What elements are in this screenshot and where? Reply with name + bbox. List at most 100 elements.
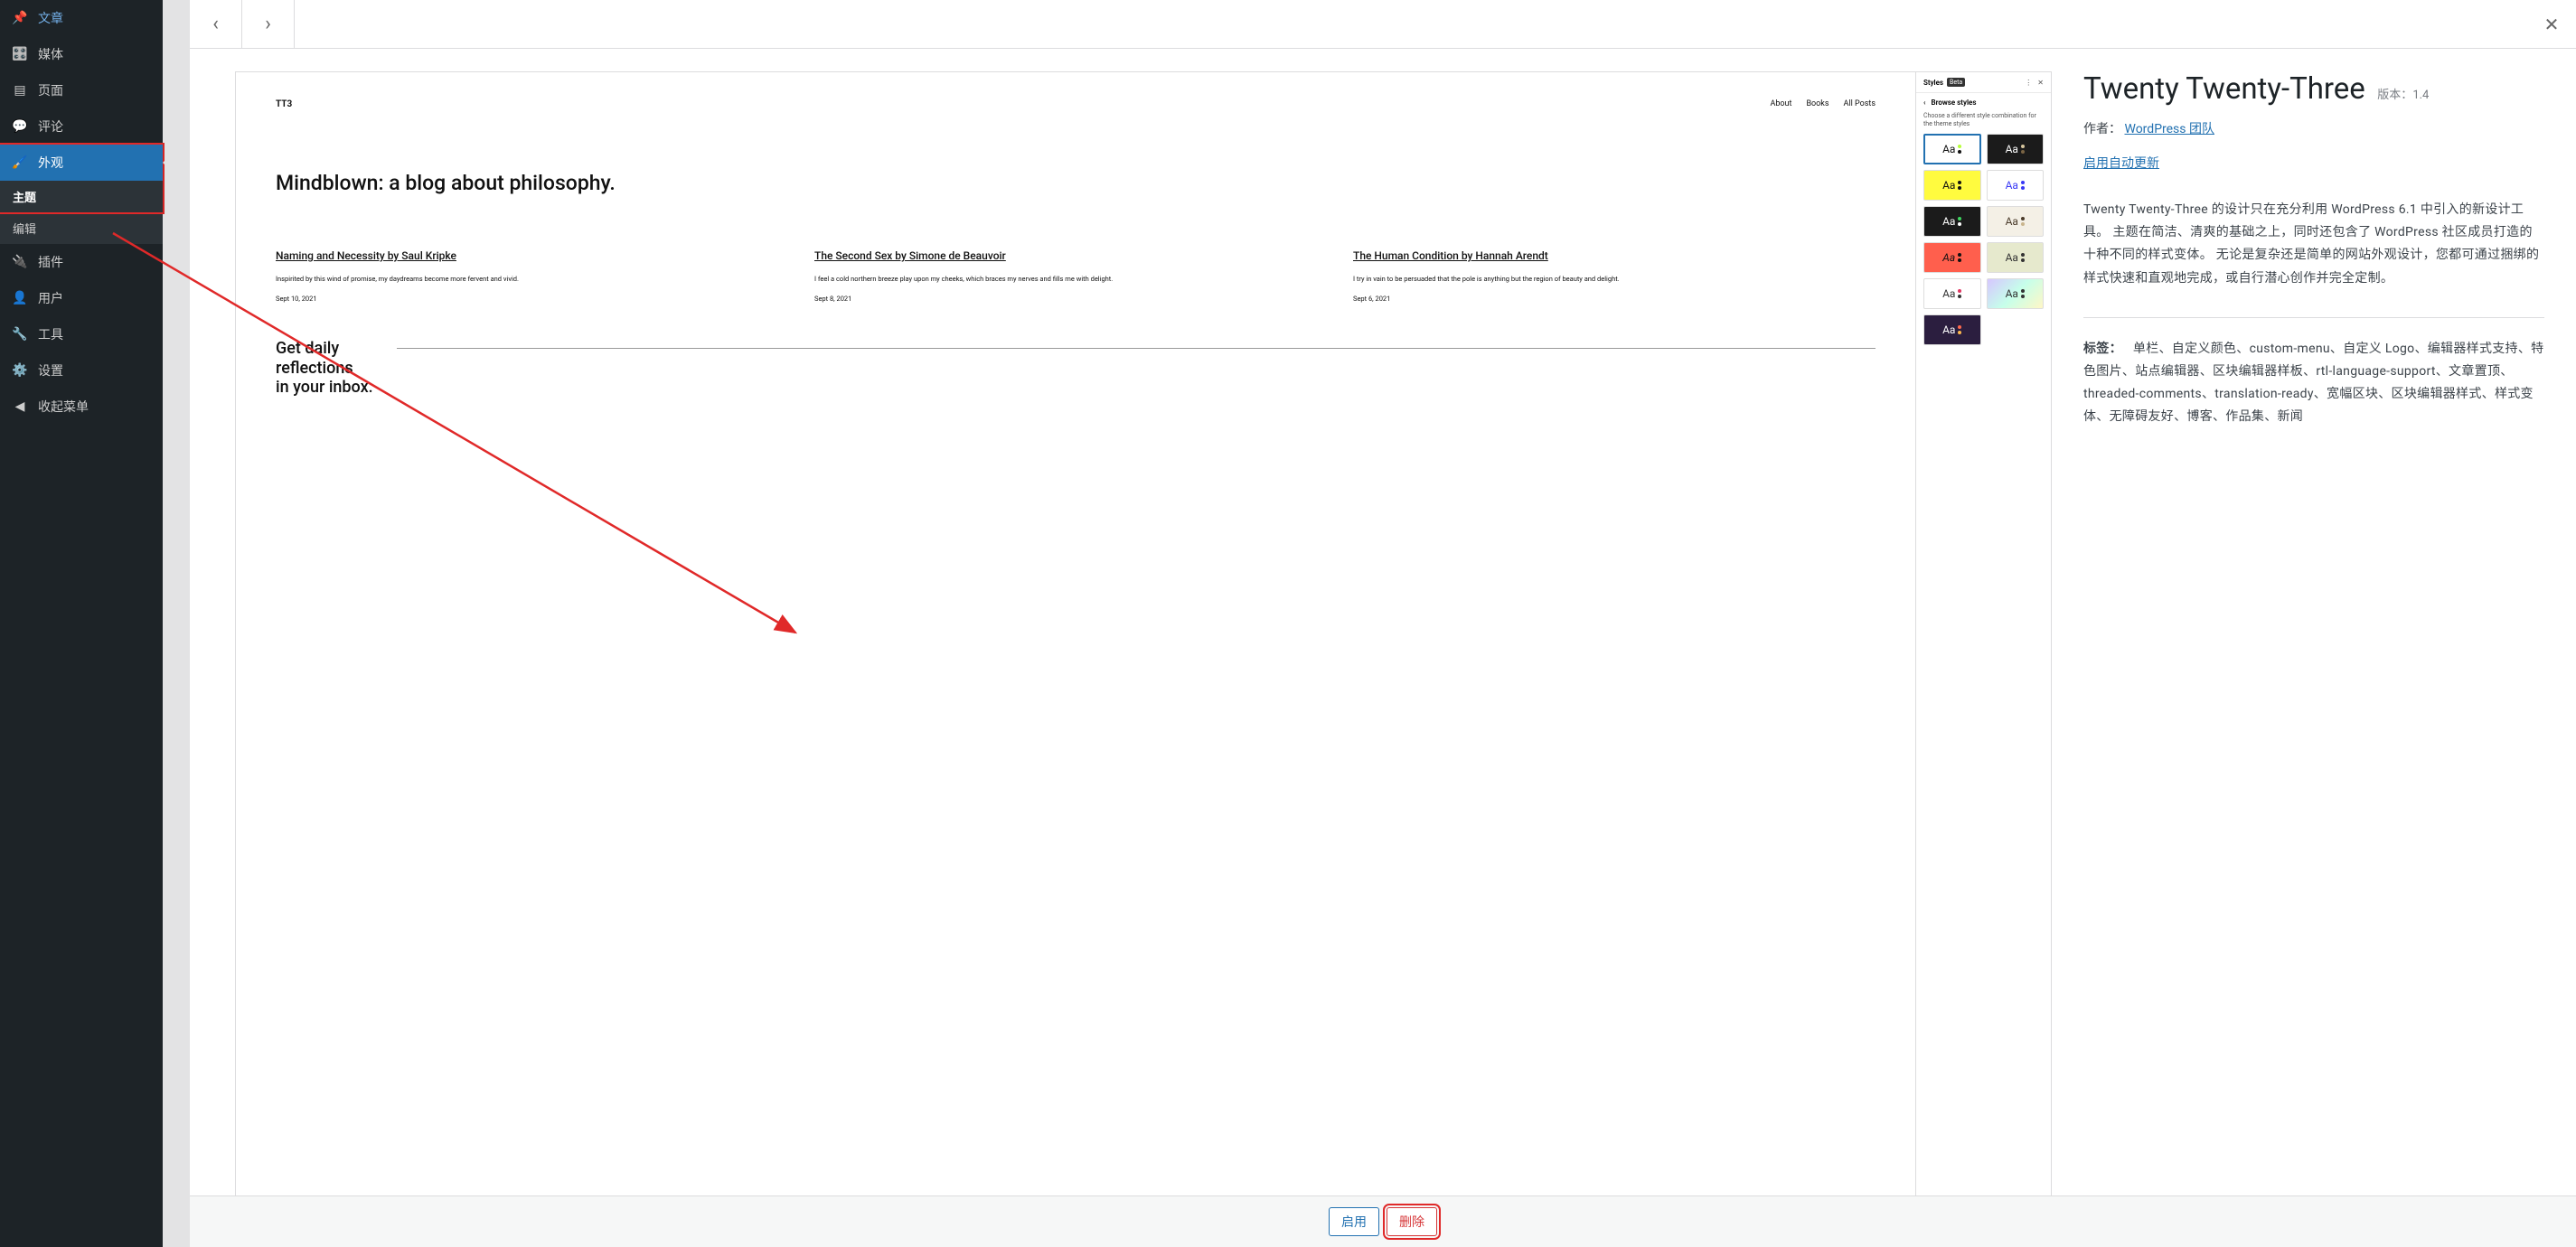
brush-icon: 🖌️ [11, 154, 29, 172]
preview-post-excerpt: I try in vain to be persuaded that the p… [1353, 275, 1876, 285]
preview-main: TT3 About Books All Posts Mindblown: a b… [236, 72, 1915, 1195]
style-swatch: Aa [1987, 206, 2045, 237]
sidebar-item-plugins[interactable]: 🔌 插件 [0, 244, 163, 280]
appearance-submenu-rest: 编辑 [0, 212, 163, 244]
style-swatch: Aa [1987, 134, 2045, 164]
author-link[interactable]: WordPress 团队 [2124, 122, 2214, 136]
media-icon: 🎛️ [11, 45, 29, 63]
chevron-right-icon: › [265, 13, 271, 35]
chevron-left-icon: ‹ [212, 13, 219, 35]
theme-title: Twenty Twenty-Three [2083, 71, 2365, 107]
admin-sidebar: 📌 文章 🎛️ 媒体 ▤ 页面 💬 评论 🖌️ 外观 主题 编辑 🔌 插件 👤 … [0, 0, 163, 1247]
sidebar-label: 媒体 [38, 45, 63, 63]
style-swatch: Aa [1987, 278, 2045, 309]
sidebar-item-tools[interactable]: 🔧 工具 [0, 316, 163, 352]
style-swatch: Aa [1923, 170, 1981, 201]
pin-icon: 📌 [11, 9, 29, 27]
activate-button[interactable]: 启用 [1329, 1207, 1379, 1236]
beta-badge: Beta [1947, 78, 1965, 87]
settings-icon: ⚙️ [11, 361, 29, 380]
theme-details-modal: ‹ › ✕ TT3 About Books [190, 0, 2576, 1247]
preview-nav-item: About [1770, 99, 1791, 109]
styles-grid: AaAaAaAaAaAaAaAaAaAaAa [1916, 134, 2051, 345]
modal-header: ‹ › ✕ [190, 0, 2576, 49]
style-swatch: Aa [1923, 206, 1981, 237]
sidebar-label: 收起菜单 [38, 398, 89, 416]
user-icon: 👤 [11, 289, 29, 307]
preview-post: The Second Sex by Simone de Beauvoir I f… [814, 249, 1337, 303]
styles-title: Styles [1923, 79, 1943, 87]
preview-posts: Naming and Necessity by Saul Kripke Insp… [276, 249, 1876, 303]
preview-post-date: Sept 8, 2021 [814, 295, 1337, 303]
sidebar-label: 页面 [38, 81, 63, 99]
page-icon: ▤ [11, 81, 29, 99]
preview-post-title: The Human Condition by Hannah Arendt [1353, 249, 1876, 264]
style-swatch: Aa [1923, 134, 1981, 164]
sidebar-item-users[interactable]: 👤 用户 [0, 280, 163, 316]
plugin-icon: 🔌 [11, 253, 29, 271]
main-content: 感谢使用 WordPress 进行创造 ‹ › ✕ TT3 [163, 0, 2576, 1247]
close-icon: ✕ [2544, 14, 2560, 35]
preview-post-title: The Second Sex by Simone de Beauvoir [814, 249, 1337, 264]
preview-post-excerpt: Inspirited by this wind of promise, my d… [276, 275, 798, 285]
close-icon: ✕ [2037, 79, 2044, 87]
sidebar-label: 用户 [38, 289, 63, 307]
theme-details: Twenty Twenty-Three 版本：1.4 作者： WordPress… [2083, 71, 2544, 1195]
comment-icon: 💬 [11, 117, 29, 136]
sidebar-label: 外观 [38, 154, 63, 172]
style-swatch: Aa [1987, 170, 2045, 201]
chevron-left-icon: ‹ [1923, 98, 1925, 107]
sidebar-item-pages[interactable]: ▤ 页面 [0, 72, 163, 108]
sidebar-label: 评论 [38, 117, 63, 136]
preview-nav-item: All Posts [1844, 99, 1876, 109]
prev-theme-button[interactable]: ‹ [190, 0, 242, 48]
enable-auto-update-link[interactable]: 启用自动更新 [2083, 154, 2159, 172]
sidebar-sub-themes[interactable]: 主题 [0, 181, 163, 212]
theme-description: Twenty Twenty-Three 的设计只在充分利用 WordPress … [2083, 199, 2544, 290]
theme-version: 版本：1.4 [2377, 89, 2429, 102]
next-theme-button[interactable]: › [242, 0, 295, 48]
preview-post-excerpt: I feel a cold northern breeze play upon … [814, 275, 1337, 285]
more-icon: ⋮ [2025, 79, 2032, 87]
sidebar-sub-editor[interactable]: 编辑 [0, 212, 163, 244]
wrench-icon: 🔧 [11, 325, 29, 343]
collapse-icon: ◀ [11, 398, 29, 416]
sidebar-item-appearance[interactable]: 🖌️ 外观 [0, 145, 163, 181]
preview-post-date: Sept 6, 2021 [1353, 295, 1876, 303]
sidebar-item-posts[interactable]: 📌 文章 [0, 0, 163, 36]
divider [2083, 317, 2544, 318]
preview-logo: TT3 [276, 99, 292, 109]
preview-hero: Mindblown: a blog about philosophy. [276, 171, 1876, 195]
theme-author: 作者： WordPress 团队 [2083, 119, 2544, 137]
browse-styles-label: Browse styles [1931, 98, 1976, 107]
theme-tags: 标签：单栏、自定义颜色、custom-menu、自定义 Logo、编辑器样式支持… [2083, 338, 2544, 429]
sidebar-label: 工具 [38, 325, 63, 343]
preview-nav: About Books All Posts [1770, 99, 1876, 109]
sidebar-label: 设置 [38, 361, 63, 380]
sidebar-item-comments[interactable]: 💬 评论 [0, 108, 163, 145]
preview-post: Naming and Necessity by Saul Kripke Insp… [276, 249, 798, 303]
delete-button[interactable]: 删除 [1387, 1207, 1437, 1236]
style-swatch: Aa [1923, 314, 1981, 345]
preview-styles-panel: Styles Beta ⋮ ✕ ‹ Browse styles Choose a… [1915, 72, 2051, 1195]
preview-post-date: Sept 10, 2021 [276, 295, 798, 303]
theme-screenshot-wrap: TT3 About Books All Posts Mindblown: a b… [235, 71, 2052, 1195]
preview-divider [397, 348, 1876, 349]
appearance-highlighted-group: 🖌️ 外观 主题 [0, 145, 163, 212]
preview-post-title: Naming and Necessity by Saul Kripke [276, 249, 798, 264]
styles-desc: Choose a different style combination for… [1916, 112, 2051, 134]
modal-body: TT3 About Books All Posts Mindblown: a b… [190, 49, 2576, 1195]
appearance-submenu: 主题 [0, 181, 163, 212]
preview-cta: Get daily reflections in your inbox. [276, 339, 373, 398]
preview-nav-item: Books [1806, 99, 1829, 109]
modal-footer: 启用 删除 [190, 1195, 2576, 1247]
sidebar-item-settings[interactable]: ⚙️ 设置 [0, 352, 163, 389]
preview-post: The Human Condition by Hannah Arendt I t… [1353, 249, 1876, 303]
sidebar-label: 文章 [38, 9, 63, 27]
sidebar-item-collapse[interactable]: ◀ 收起菜单 [0, 389, 163, 425]
sidebar-label: 插件 [38, 253, 63, 271]
style-swatch: Aa [1923, 278, 1981, 309]
close-modal-button[interactable]: ✕ [2527, 0, 2576, 48]
style-swatch: Aa [1987, 242, 2045, 273]
sidebar-item-media[interactable]: 🎛️ 媒体 [0, 36, 163, 72]
